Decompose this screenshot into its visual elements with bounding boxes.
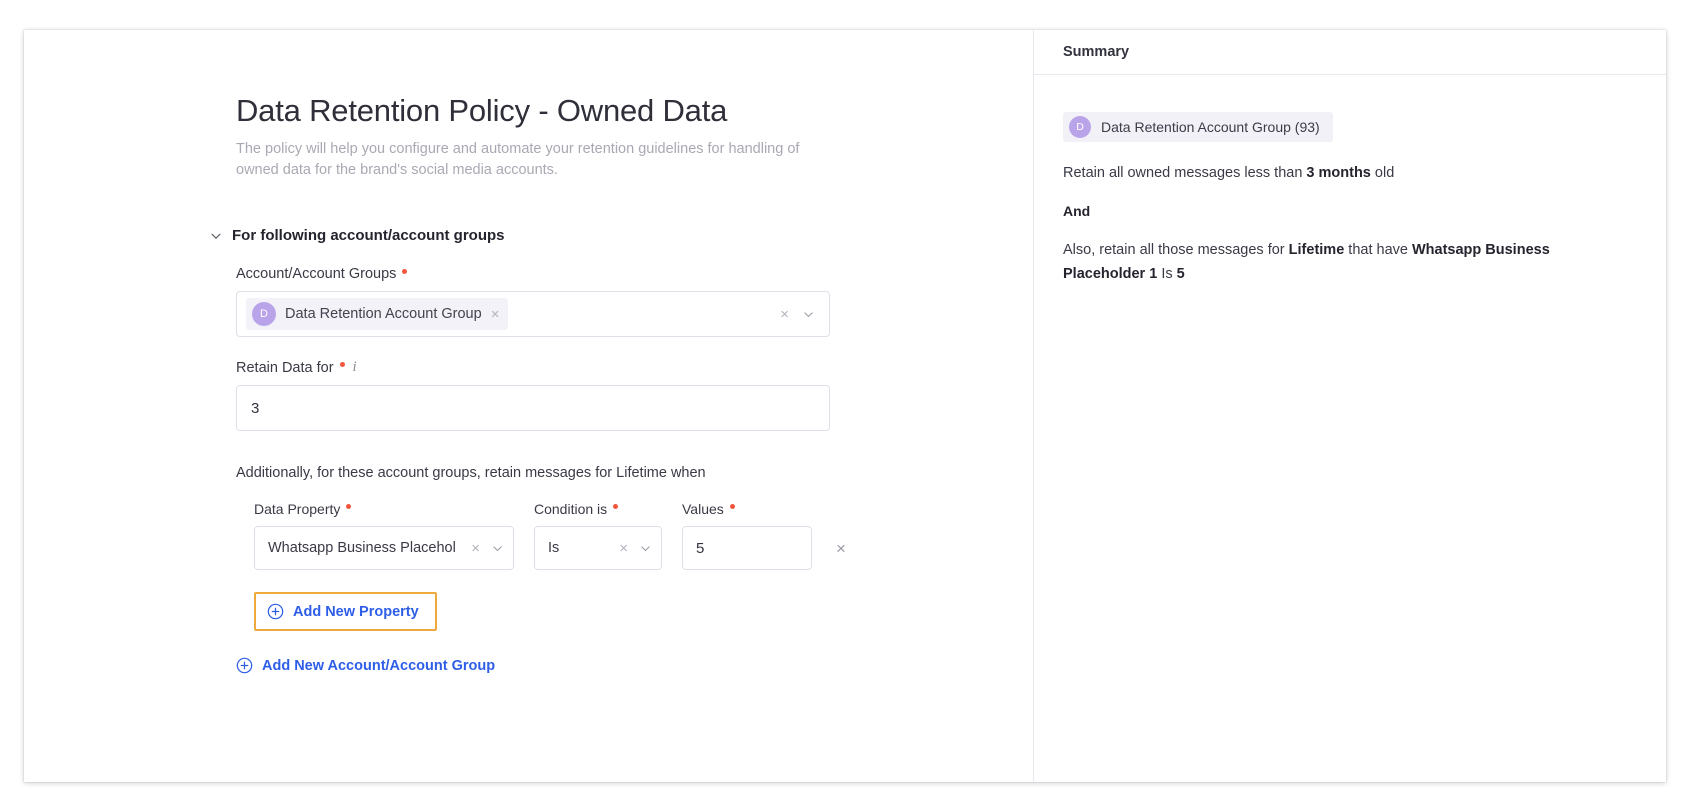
- add-new-property-highlight: Add New Property: [254, 592, 437, 632]
- section-title: For following account/account groups: [232, 227, 505, 245]
- chevron-down-icon[interactable]: [491, 542, 504, 555]
- summary-chip-label: Data Retention Account Group (93): [1101, 119, 1320, 135]
- values-input[interactable]: [682, 526, 812, 571]
- summary-line-1-duration: 3 months: [1306, 165, 1371, 181]
- add-new-account-group-button[interactable]: Add New Account/Account Group: [236, 657, 495, 674]
- condition-actions: ×: [619, 541, 652, 556]
- condition-select[interactable]: Is ×: [534, 526, 662, 571]
- form-area: Data Retention Policy - Owned Data The p…: [211, 92, 936, 679]
- retain-data-input[interactable]: [236, 385, 830, 432]
- section-header[interactable]: For following account/account groups: [209, 227, 936, 244]
- retain-data-label: Retain Data for i: [236, 359, 936, 376]
- table-row: Whatsapp Business Placehol × Is × 5 ×: [254, 526, 936, 571]
- summary-body: D Data Retention Account Group (93) Reta…: [1034, 75, 1666, 286]
- app-window: Data Retention Policy - Owned Data The p…: [24, 30, 1666, 782]
- add-new-account-group-label: Add New Account/Account Group: [262, 657, 496, 674]
- clear-selection-icon[interactable]: ×: [471, 541, 480, 556]
- add-account-group-row: Add New Account/Account Group: [236, 657, 936, 679]
- clear-selection-icon[interactable]: ×: [619, 541, 628, 556]
- summary-pane: Summary D Data Retention Account Group (…: [1034, 30, 1666, 782]
- summary-line-2-mid: that have: [1344, 242, 1412, 258]
- add-new-property-button[interactable]: Add New Property: [267, 603, 419, 620]
- account-groups-field: Account/Account Groups D Data Retention …: [236, 266, 936, 338]
- chevron-down-icon[interactable]: [802, 308, 815, 321]
- account-groups-label-text: Account/Account Groups: [236, 266, 397, 283]
- chevron-down-icon: [211, 233, 221, 239]
- required-marker-icon: [346, 503, 352, 509]
- additional-condition-text: Additionally, for these account groups, …: [236, 465, 706, 482]
- summary-line-2-lifetime: Lifetime: [1288, 242, 1345, 258]
- column-header-values: Values: [682, 501, 822, 517]
- condition-value: Is: [548, 540, 560, 557]
- required-marker-icon: [729, 503, 735, 509]
- required-marker-icon: [613, 503, 619, 509]
- retain-data-label-text: Retain Data for: [236, 359, 334, 376]
- page-subtitle: The policy will help you configure and a…: [236, 141, 800, 179]
- summary-line-1: Retain all owned messages less than 3 mo…: [1063, 161, 1630, 185]
- column-header-label: Condition is: [534, 501, 608, 518]
- required-marker-icon: [339, 362, 345, 368]
- column-header-data-property: Data Property: [254, 501, 534, 517]
- account-groups-select[interactable]: D Data Retention Account Group × ×: [236, 291, 830, 338]
- avatar: D: [252, 302, 276, 327]
- summary-connector: And: [1063, 203, 1091, 219]
- plus-circle-icon: [236, 657, 253, 674]
- column-header-label: Data Property: [254, 501, 341, 518]
- summary-line-2-value: 5: [1176, 266, 1185, 282]
- data-property-value: Whatsapp Business Placehol: [268, 540, 456, 557]
- data-property-actions: ×: [471, 541, 504, 556]
- summary-line-2: Also, retain all those messages for Life…: [1063, 238, 1630, 286]
- column-header-label: Values: [682, 501, 724, 518]
- chip-remove-icon[interactable]: ×: [491, 307, 500, 322]
- account-groups-section: For following account/account groups Acc…: [211, 227, 936, 679]
- chevron-down-icon[interactable]: [639, 542, 652, 555]
- chip-label: Data Retention Account Group: [285, 306, 482, 323]
- property-table-header: Data Property Condition is Values: [254, 501, 936, 517]
- summary-account-group-chip: D Data Retention Account Group (93): [1063, 112, 1333, 142]
- plus-circle-icon: [267, 603, 284, 620]
- summary-line-1-suffix: old: [1370, 165, 1395, 181]
- account-groups-label: Account/Account Groups: [236, 266, 936, 282]
- account-group-chip[interactable]: D Data Retention Account Group ×: [246, 298, 509, 331]
- data-property-select[interactable]: Whatsapp Business Placehol ×: [254, 526, 514, 571]
- retain-data-field: Retain Data for i: [236, 359, 936, 432]
- page-title: Data Retention Policy - Owned Data: [236, 93, 728, 128]
- add-new-property-label: Add New Property: [293, 603, 419, 620]
- avatar: D: [1069, 116, 1091, 138]
- policy-form-pane: Data Retention Policy - Owned Data The p…: [24, 30, 1034, 782]
- remove-row-icon[interactable]: ×: [836, 540, 846, 557]
- summary-line-2-condition: Is: [1157, 266, 1177, 282]
- summary-line-1-prefix: Retain all owned messages less than: [1063, 165, 1307, 181]
- summary-line-2-prefix: Also, retain all those messages for: [1063, 242, 1289, 258]
- clear-selection-icon[interactable]: ×: [780, 307, 789, 322]
- column-header-condition: Condition is: [534, 501, 682, 517]
- required-marker-icon: [402, 268, 408, 274]
- info-icon[interactable]: i: [353, 359, 357, 376]
- property-table: Data Property Condition is Values Whatsa…: [254, 501, 936, 571]
- select-actions: ×: [780, 307, 819, 322]
- summary-title: Summary: [1034, 30, 1666, 75]
